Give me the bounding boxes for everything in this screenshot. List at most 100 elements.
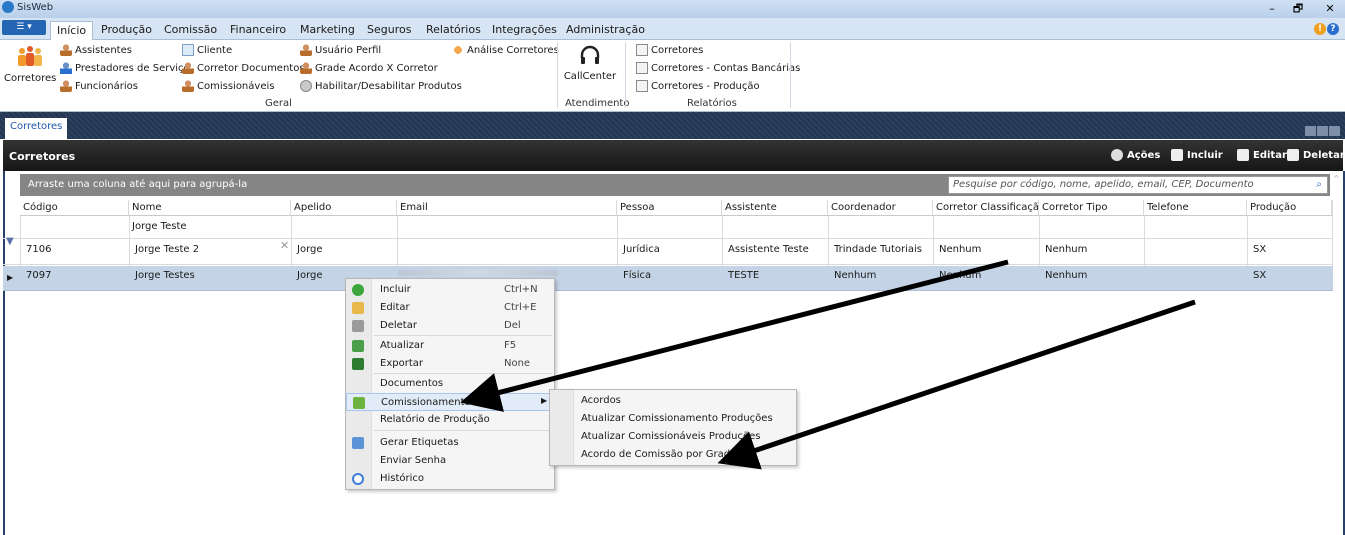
ribbon-rel-contas-bancarias[interactable]: Corretores - Contas Bancárias xyxy=(636,62,800,74)
tab-left-arrow-icon[interactable] xyxy=(1305,126,1316,136)
menu-item-relatorio-producao[interactable]: Relatório de Produção xyxy=(346,411,554,429)
ribbon-rel-producao[interactable]: Corretores - Produção xyxy=(636,80,760,92)
submenu-item-atualizar-comissionaveis[interactable]: Atualizar Comissionáveis Produções xyxy=(581,431,760,442)
deletar-label: Deletar xyxy=(1303,149,1345,161)
people-group-icon xyxy=(452,44,464,56)
incluir-button[interactable]: Incluir xyxy=(1171,149,1223,161)
ribbon-comissionaveis[interactable]: Comissionáveis xyxy=(182,80,274,92)
tab-integracoes[interactable]: Integrações xyxy=(486,21,563,40)
acoes-button[interactable]: Ações xyxy=(1111,149,1160,161)
cell-pessoa: Física xyxy=(623,270,652,281)
callcenter-ribbon-button[interactable]: CallCenter xyxy=(562,44,618,82)
menu-item-label: Atualizar xyxy=(380,340,425,351)
ribbon-funcionarios[interactable]: Funcionários xyxy=(60,80,138,92)
cell-corretor-classificacao: Nenhum xyxy=(939,244,982,255)
column-header-pessoa[interactable]: Pessoa xyxy=(617,200,722,216)
label-icon xyxy=(352,437,364,449)
cell-coordenador: Trindade Tutoriais xyxy=(834,244,922,255)
cell-assistente: TESTE xyxy=(728,270,760,281)
ribbon-grade-acordo[interactable]: Grade Acordo X Corretor xyxy=(300,62,438,74)
menu-item-documentos[interactable]: Documentos xyxy=(346,375,554,393)
menu-item-deletar[interactable]: Deletar Del xyxy=(346,317,554,335)
menu-item-editar[interactable]: Editar Ctrl+E xyxy=(346,299,554,317)
ribbon-habilitar-produtos[interactable]: Habilitar/Desabilitar Produtos xyxy=(300,80,462,92)
table-row[interactable]: 7106 Jorge Teste 2 Jorge Jurídica Assist… xyxy=(3,240,1333,265)
refresh-icon xyxy=(352,340,364,352)
minimize-button[interactable]: – xyxy=(1260,0,1284,18)
column-header-coordenador[interactable]: Coordenador xyxy=(828,200,933,216)
menu-item-label: Documentos xyxy=(380,378,444,389)
cell-apelido: Jorge xyxy=(297,244,323,255)
help-icon[interactable]: ? xyxy=(1327,23,1339,35)
ribbon-corretor-documentos-label: Corretor Documentos xyxy=(197,62,305,74)
document-tab-corretores[interactable]: Corretores xyxy=(5,118,68,139)
ribbon-assistentes[interactable]: Assistentes xyxy=(60,44,132,56)
tab-relatorios[interactable]: Relatórios xyxy=(420,21,487,40)
callcenter-label: CallCenter xyxy=(563,71,617,82)
menu-item-gerar-etiquetas[interactable]: Gerar Etiquetas xyxy=(346,434,554,452)
ribbon-rel-corretores[interactable]: Corretores xyxy=(636,44,703,56)
menu-item-label: Histórico xyxy=(380,473,425,484)
column-header-codigo[interactable]: Código xyxy=(20,200,129,216)
column-header-telefone[interactable]: Telefone xyxy=(1144,200,1247,216)
ribbon-usuario-perfil[interactable]: Usuário Perfil xyxy=(300,44,381,56)
deletar-button[interactable]: Deletar xyxy=(1287,149,1345,161)
acoes-label: Ações xyxy=(1127,149,1161,161)
tab-financeiro[interactable]: Financeiro xyxy=(224,21,292,40)
tab-marketing[interactable]: Marketing xyxy=(294,21,361,40)
submenu-item-atualizar-comissionamento[interactable]: Atualizar Comissionamento Produções xyxy=(581,413,773,424)
app-menu-button[interactable]: ☰ ▾ xyxy=(2,20,46,35)
tab-inicio[interactable]: Início xyxy=(50,21,94,40)
search-input[interactable]: Pesquise por código, nome, apelido, emai… xyxy=(948,176,1328,194)
user-icon xyxy=(182,62,194,74)
ribbon-cliente[interactable]: Cliente xyxy=(182,44,232,56)
warning-icon[interactable]: ! xyxy=(1314,23,1326,35)
column-header-assistente[interactable]: Assistente xyxy=(722,200,828,216)
tab-comissao[interactable]: Comissão xyxy=(158,21,223,40)
cell-producao: SX xyxy=(1253,270,1267,281)
menu-item-shortcut: Ctrl+E xyxy=(504,302,537,313)
ribbon-corretor-documentos[interactable]: Corretor Documentos xyxy=(182,62,305,74)
ribbon-separator xyxy=(790,42,791,108)
column-header-corretor-classificacao[interactable]: Corretor Classificação xyxy=(933,200,1039,216)
gear-icon xyxy=(300,80,312,92)
tab-right-arrow-icon[interactable] xyxy=(1317,126,1328,136)
menu-item-enviar-senha[interactable]: Enviar Senha xyxy=(346,452,554,470)
menu-item-atualizar[interactable]: Atualizar F5 xyxy=(346,337,554,355)
redacted-email xyxy=(398,270,558,276)
report-icon xyxy=(636,44,648,56)
ribbon-habilitar-produtos-label: Habilitar/Desabilitar Produtos xyxy=(315,80,462,92)
ribbon-prestadores[interactable]: Prestadores de Serviço xyxy=(60,62,190,74)
column-header-email[interactable]: Email xyxy=(397,200,617,216)
menu-item-label: Editar xyxy=(380,302,410,313)
column-header-apelido[interactable]: Apelido xyxy=(291,200,397,216)
tab-list-icon[interactable] xyxy=(1329,126,1340,136)
menu-item-comissionamento[interactable]: Comissionamento ▶ xyxy=(346,393,554,411)
menu-item-incluir[interactable]: Incluir Ctrl+N xyxy=(346,281,554,299)
filter-input-nome[interactable]: Jorge Teste xyxy=(129,217,279,236)
document-tab-strip xyxy=(0,112,1345,139)
menu-item-historico[interactable]: Histórico xyxy=(346,470,554,488)
table-row-selected[interactable]: 7097 Jorge Testes Jorge Física TESTE Nen… xyxy=(3,266,1333,291)
column-header-producao[interactable]: Produção xyxy=(1247,200,1332,216)
submenu-item-acordos[interactable]: Acordos xyxy=(581,395,621,406)
tab-producao[interactable]: Produção xyxy=(95,21,158,40)
ribbon-analise-corretores[interactable]: Análise Corretores xyxy=(452,44,559,56)
tab-administracao[interactable]: Administração xyxy=(560,21,651,40)
tab-seguros[interactable]: Seguros xyxy=(361,21,417,40)
maximize-button[interactable]: 🗗 xyxy=(1286,0,1310,18)
tab-navigation xyxy=(1305,126,1340,136)
close-button[interactable]: ✕ xyxy=(1318,0,1342,18)
column-header-corretor-tipo[interactable]: Corretor Tipo xyxy=(1039,200,1144,216)
column-header-nome[interactable]: Nome xyxy=(129,200,291,216)
corretores-ribbon-button[interactable]: Corretores xyxy=(4,44,56,84)
submenu-item-acordo-comissao-grade[interactable]: Acordo de Comissão por Grade xyxy=(581,449,736,460)
editar-button[interactable]: Editar xyxy=(1237,149,1287,161)
filter-row: ▼ Jorge Teste ✕ xyxy=(3,217,1333,252)
user-icon xyxy=(60,44,72,56)
scroll-up-icon[interactable]: ^ xyxy=(1333,174,1343,184)
menu-item-exportar[interactable]: Exportar None xyxy=(346,355,554,373)
submenu-comissionamento: Acordos Atualizar Comissionamento Produç… xyxy=(549,389,797,466)
incluir-label: Incluir xyxy=(1187,149,1223,161)
search-icon[interactable]: ⌕ xyxy=(1316,179,1322,190)
